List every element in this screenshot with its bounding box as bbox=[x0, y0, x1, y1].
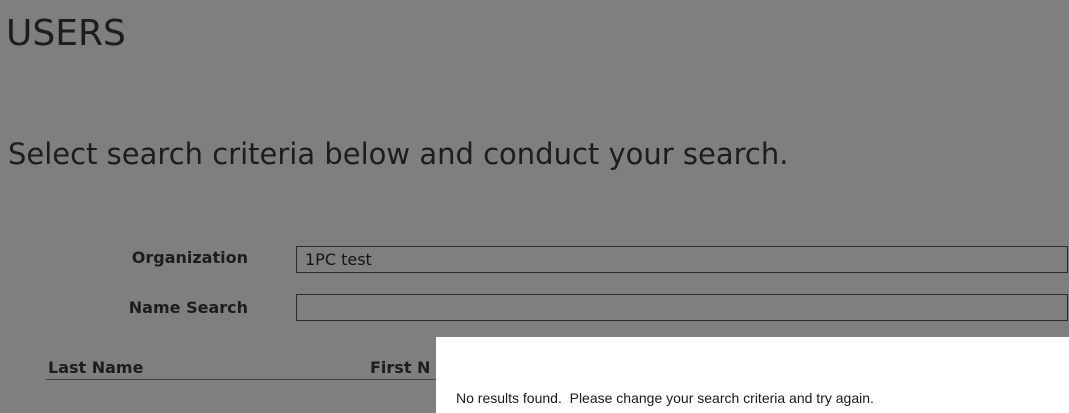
dialog-message: No results found. Please change your sea… bbox=[456, 390, 874, 406]
no-results-dialog: No results found. Please change your sea… bbox=[436, 337, 1069, 413]
screen: USERS Select search criteria below and c… bbox=[0, 0, 1069, 413]
